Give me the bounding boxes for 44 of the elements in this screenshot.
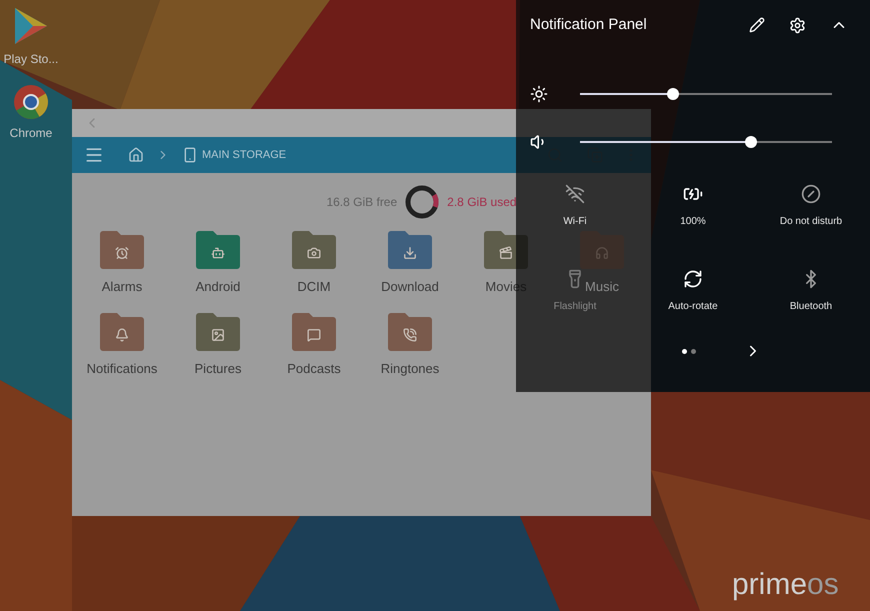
clapperboard-icon	[499, 246, 513, 260]
robot-icon	[211, 246, 225, 260]
tile-label[interactable]: Wi-Fi	[563, 214, 587, 229]
panel-title: Notification Panel	[530, 14, 648, 35]
folder-name[interactable]: Alarms	[102, 277, 142, 296]
breadcrumb-label[interactable]: MAIN STORAGE	[202, 146, 286, 164]
slider-thumb[interactable]	[745, 136, 758, 148]
settings-icon[interactable]	[789, 16, 806, 34]
download-icon	[403, 246, 417, 260]
home-icon[interactable]	[128, 147, 144, 163]
do-not-disturb-icon[interactable]	[801, 184, 821, 204]
phone-icon	[182, 147, 198, 163]
folder-name[interactable]: Android	[196, 277, 240, 296]
folder-name[interactable]: Music	[585, 277, 619, 296]
folder-name[interactable]: Podcasts	[287, 358, 341, 378]
folder-name[interactable]: DCIM	[297, 277, 331, 296]
primeos-logo: primeos	[732, 570, 839, 600]
rotate-icon[interactable]	[683, 269, 703, 289]
folder-name[interactable]: Pictures	[194, 358, 242, 378]
folder-name[interactable]: Ringtones	[380, 358, 440, 378]
free-space-text: 16.8 GiB free	[326, 194, 398, 211]
edit-icon[interactable]	[749, 17, 765, 33]
tile-label[interactable]: Do not disturb	[780, 214, 842, 229]
slider-thumb[interactable]	[667, 88, 680, 100]
tile-label[interactable]: Bluetooth	[790, 299, 832, 314]
speech-bubble-icon	[307, 328, 321, 342]
phone-icon	[403, 328, 417, 342]
used-space-text: 2.8 GiB used	[447, 194, 517, 211]
camera-icon	[307, 246, 321, 260]
brightness-icon	[530, 85, 548, 103]
app-label: Chrome	[10, 125, 52, 142]
folder-name[interactable]: Notifications	[86, 358, 158, 378]
tile-label[interactable]: 100%	[680, 214, 706, 229]
play-triangle-icon[interactable]	[13, 6, 49, 46]
alarm-clock-icon	[115, 246, 129, 260]
app-label: Play Sto...	[4, 51, 58, 68]
headphones-icon	[595, 246, 609, 260]
tile-label[interactable]: Auto-rotate	[668, 299, 718, 314]
folder-name[interactable]: Download	[381, 277, 439, 296]
chrome-logo-icon[interactable]	[13, 84, 49, 120]
bell-icon	[115, 328, 129, 342]
image-icon	[211, 328, 225, 342]
storage-donut-chart	[405, 185, 440, 219]
wifi-off-icon[interactable]	[565, 184, 585, 204]
